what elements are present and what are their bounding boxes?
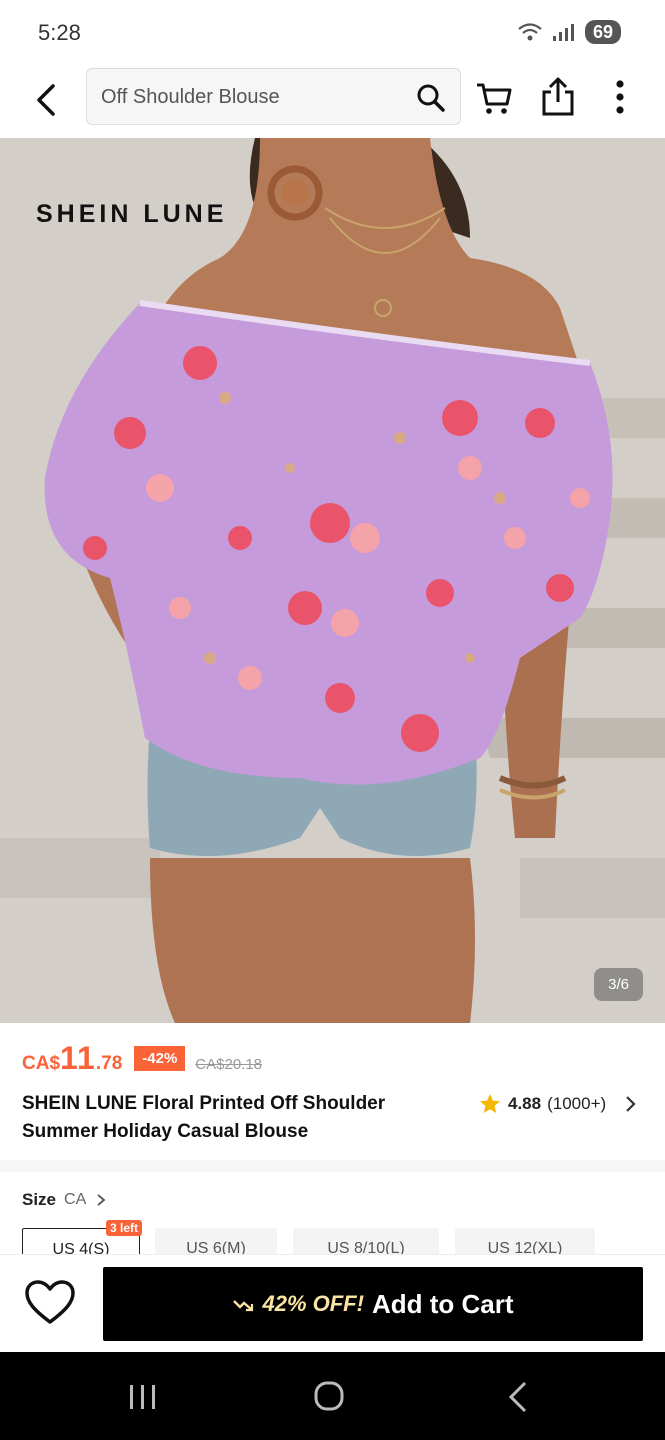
cart-icon[interactable]: [474, 78, 514, 118]
status-time: 5:28: [38, 20, 81, 45]
brand-watermark: SHEIN LUNE: [36, 200, 228, 228]
signal-icon: [552, 24, 574, 41]
stock-badge: 3 left: [106, 1220, 143, 1236]
back-button[interactable]: [26, 80, 66, 120]
heart-icon[interactable]: [24, 1279, 76, 1327]
size-label: Size: [22, 1190, 57, 1209]
product-photo: [0, 138, 665, 1023]
wifi-icon: [518, 23, 542, 41]
price-integer: 11: [60, 1040, 96, 1076]
star-icon: [480, 1094, 500, 1113]
rating-count: (1000+): [547, 1094, 607, 1113]
discount-badge: -42%: [134, 1045, 186, 1071]
home-icon[interactable]: [313, 1380, 345, 1412]
image-counter: 3/6: [594, 968, 643, 1001]
search-input[interactable]: Off Shoulder Blouse: [101, 69, 401, 126]
more-icon[interactable]: [604, 76, 636, 118]
status-icons: 69: [517, 20, 621, 44]
system-navigation-bar: [0, 1352, 665, 1440]
trend-icon: [233, 1300, 254, 1312]
price-row: CA$ 11 .78 -42% CA$20.18: [22, 1040, 262, 1076]
price-decimal: .78: [95, 1053, 123, 1074]
add-to-cart-label: Add to Cart: [371, 1288, 514, 1319]
promo-text: 42% OFF!: [262, 1291, 364, 1316]
status-bar: 5:28 69: [0, 0, 665, 66]
bottom-action-bar: 42% OFF! Add to Cart: [0, 1254, 665, 1352]
product-image[interactable]: SHEIN LUNE 3/6: [0, 138, 665, 1023]
share-icon[interactable]: [538, 76, 578, 118]
rating-summary[interactable]: 4.88 (1000+): [478, 1092, 640, 1116]
rating-value: 4.88: [508, 1094, 542, 1113]
size-header[interactable]: Size CA: [22, 1190, 108, 1210]
product-title: SHEIN LUNE Floral Printed Off Shoulder S…: [22, 1093, 386, 1142]
back-arrow-icon: [37, 84, 55, 116]
size-region: CA: [64, 1191, 87, 1208]
battery-indicator: 69: [584, 20, 621, 44]
recent-apps-icon[interactable]: [127, 1382, 159, 1412]
search-icon[interactable]: [416, 83, 446, 113]
chevron-right-icon: [626, 1096, 636, 1112]
chevron-right-icon: [97, 1194, 106, 1206]
top-navigation: Off Shoulder Blouse: [0, 66, 665, 138]
original-price: CA$20.18: [195, 1056, 263, 1073]
add-to-cart-button[interactable]: 42% OFF! Add to Cart: [103, 1267, 643, 1341]
section-divider: [0, 1160, 665, 1172]
search-box[interactable]: Off Shoulder Blouse: [86, 68, 461, 125]
price-currency: CA$: [22, 1053, 61, 1074]
system-back-icon[interactable]: [503, 1380, 531, 1414]
